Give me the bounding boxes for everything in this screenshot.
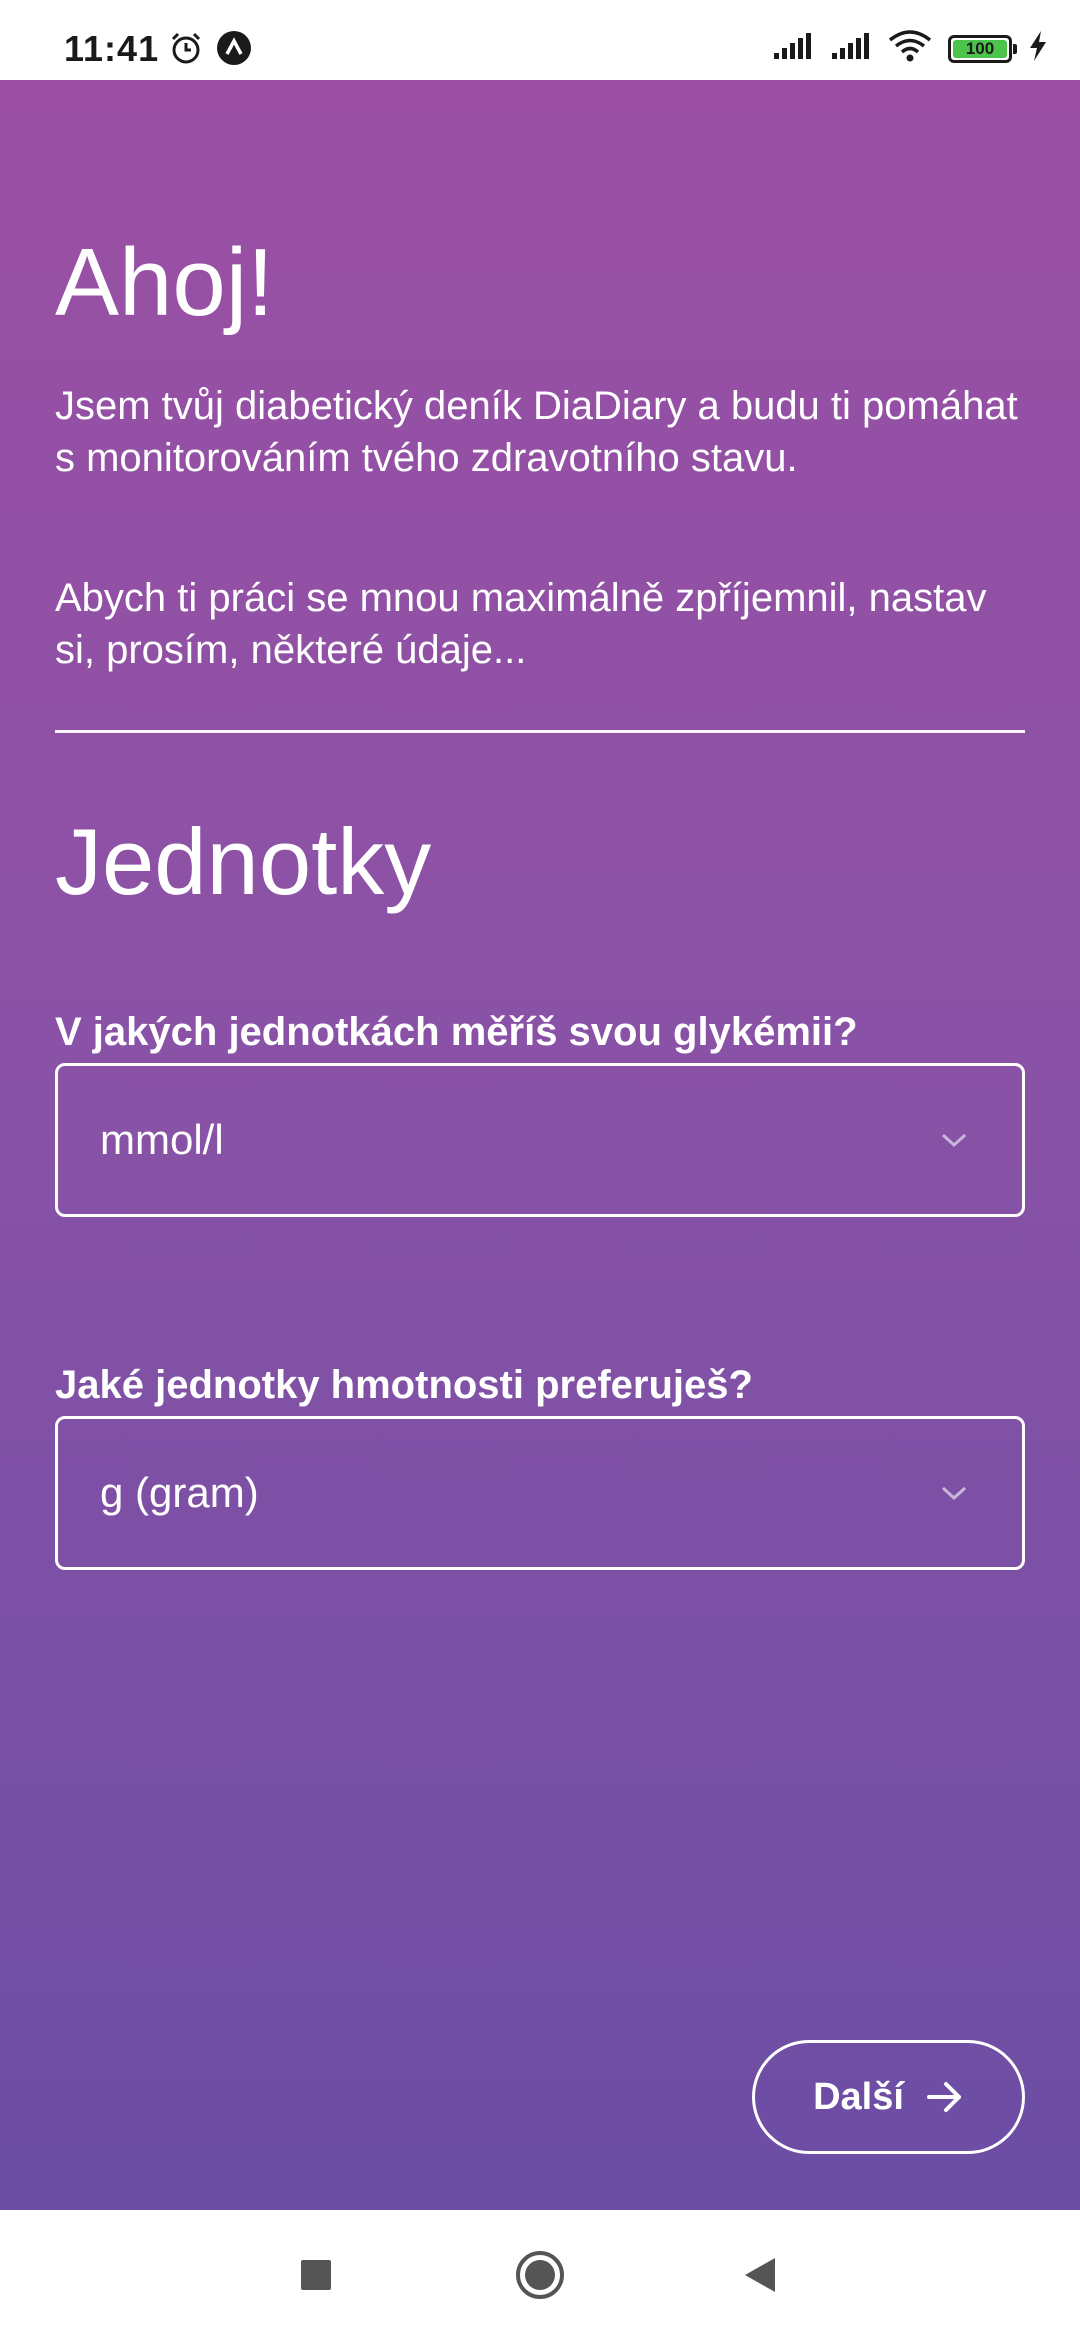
home-icon (516, 2251, 564, 2299)
alarm-icon (168, 30, 204, 71)
glycemia-unit-label: V jakých jednotkách měříš svou glykémii? (55, 1010, 858, 1054)
next-button-label: Další (813, 2075, 904, 2118)
glycemia-unit-select[interactable]: mmol/l (55, 1063, 1025, 1217)
status-left-icons (168, 30, 252, 71)
battery-level: 100 (953, 39, 1007, 58)
signal-icon-2 (830, 31, 872, 66)
status-right-icons: 100 (772, 30, 1048, 67)
next-button[interactable]: Další (752, 2040, 1025, 2154)
glycemia-unit-value: mmol/l (100, 1116, 224, 1163)
weight-unit-select[interactable]: g (gram) (55, 1416, 1025, 1570)
battery-icon: 100 (948, 34, 1017, 63)
recents-icon (301, 2260, 331, 2290)
app-notification-icon (216, 30, 252, 71)
section-divider (55, 730, 1025, 733)
status-time: 11:41 (64, 28, 160, 69)
onboarding-screen: Ahoj! Jsem tvůj diabetický deník DiaDiar… (0, 80, 1080, 2210)
back-icon (745, 2258, 775, 2292)
weight-unit-label: Jaké jednotky hmotnosti preferuješ? (55, 1363, 753, 1407)
recents-button[interactable] (256, 2210, 376, 2340)
wifi-icon (888, 30, 932, 67)
units-section-title: Jednotky (55, 809, 432, 914)
system-nav-bar (0, 2210, 1080, 2340)
status-bar: 11:41 100 (0, 0, 1080, 80)
chevron-down-icon (941, 1133, 967, 1148)
chevron-down-icon (941, 1486, 967, 1501)
welcome-instruction: Abych ti práci se mnou maximálně zpříjem… (55, 576, 987, 672)
arrow-right-icon (926, 2082, 961, 2112)
welcome-intro: Jsem tvůj diabetický deník DiaDiary a bu… (55, 384, 1018, 480)
signal-icon (772, 31, 814, 66)
charging-icon (1028, 30, 1048, 67)
back-button[interactable] (700, 2210, 820, 2340)
welcome-title: Ahoj! (55, 229, 274, 336)
weight-unit-value: g (gram) (100, 1469, 259, 1516)
home-button[interactable] (480, 2210, 600, 2340)
